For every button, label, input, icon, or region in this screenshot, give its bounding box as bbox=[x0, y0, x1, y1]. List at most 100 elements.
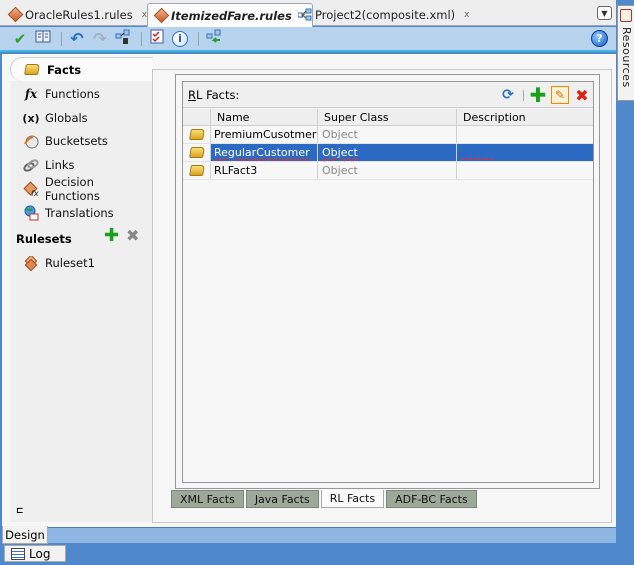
info-button[interactable]: i bbox=[170, 29, 190, 49]
nav-item-bucketsets[interactable]: Bucketsets bbox=[22, 132, 108, 150]
delete-icon: ✖ bbox=[126, 226, 140, 245]
column-header-name[interactable]: Name bbox=[211, 109, 318, 125]
fact-name[interactable]: RegularCustomer bbox=[211, 144, 318, 161]
tab-list-dropdown-button[interactable]: ▼ bbox=[597, 6, 612, 20]
link-back-icon bbox=[206, 29, 222, 49]
rulesets-header: Rulesets bbox=[16, 232, 72, 246]
tab-oraclerules1[interactable]: OracleRules1.rules x bbox=[2, 4, 153, 26]
toolbar-separator bbox=[198, 31, 199, 46]
close-icon[interactable]: x bbox=[464, 10, 469, 20]
tab-design[interactable]: Design bbox=[2, 526, 48, 544]
table-row[interactable]: PremiumCusotmer Object bbox=[183, 126, 593, 144]
rules-toolbar: ✔ ↶ ↷ i ? bbox=[0, 27, 616, 52]
nav-item-label: Facts bbox=[47, 62, 82, 77]
tab-xml-facts[interactable]: XML Facts bbox=[171, 490, 244, 508]
delete-fact-button[interactable]: ✖ bbox=[573, 85, 591, 105]
link-icon bbox=[115, 29, 131, 49]
links-icon bbox=[22, 157, 40, 173]
svg-text:fx: fx bbox=[31, 189, 39, 197]
variable-x-icon: (x) bbox=[22, 111, 40, 125]
editor-tab-bar: OracleRules1.rules x ItemizedFare.rules … bbox=[0, 0, 616, 27]
nav-item-label: Globals bbox=[45, 111, 88, 125]
resources-side-tab[interactable]: Resources bbox=[617, 5, 634, 101]
rl-facts-panel: RL Facts: ⟳ ✚ ✎ ✖ Name Super Class Descr… bbox=[182, 81, 594, 483]
toolbar-separator bbox=[141, 31, 142, 46]
fact-description[interactable] bbox=[457, 162, 593, 179]
fact-super-class[interactable]: Object bbox=[318, 126, 457, 143]
fact-name[interactable]: RLFact3 bbox=[211, 162, 318, 179]
facts-book-icon bbox=[24, 64, 40, 75]
fact-description[interactable] bbox=[457, 144, 593, 161]
tab-label: ItemizedFare.rules bbox=[171, 8, 292, 23]
ruleset-icon bbox=[22, 255, 40, 271]
chevron-down-icon: ▼ bbox=[601, 8, 608, 18]
tab-adf-bc-facts[interactable]: ADF-BC Facts bbox=[386, 490, 477, 508]
nav-item-globals[interactable]: (x) Globals bbox=[22, 109, 88, 127]
title-mnemonic: R bbox=[188, 88, 196, 102]
dictionary-button[interactable] bbox=[33, 29, 53, 49]
column-header-super-class[interactable]: Super Class bbox=[318, 109, 457, 125]
add-icon: ✚ bbox=[104, 225, 120, 246]
validate-button[interactable]: ✔ bbox=[10, 29, 30, 49]
delete-ruleset-button[interactable]: ✖ bbox=[126, 228, 139, 244]
nav-item-label: Ruleset1 bbox=[45, 256, 95, 270]
fact-name[interactable]: PremiumCusotmer bbox=[211, 126, 318, 143]
add-ruleset-button[interactable]: ✚ bbox=[104, 225, 120, 246]
collapse-navigator-button[interactable]: ⊏ bbox=[16, 506, 24, 516]
fact-icon bbox=[183, 126, 211, 143]
fact-description[interactable] bbox=[457, 126, 593, 143]
rules-navigator: fx Functions (x) Globals Bucketsets Link… bbox=[10, 57, 153, 522]
validation-error-marker bbox=[462, 156, 492, 160]
rules-diamond-icon bbox=[153, 7, 170, 23]
redo-button[interactable]: ↷ bbox=[90, 29, 110, 49]
undo-button[interactable]: ↶ bbox=[67, 29, 87, 49]
nav-item-label: Functions bbox=[45, 87, 100, 101]
log-icon bbox=[11, 547, 25, 560]
nav-item-label: Decision Functions bbox=[44, 175, 100, 203]
tab-java-facts[interactable]: Java Facts bbox=[245, 490, 319, 508]
nav-item-translations[interactable]: Translations bbox=[22, 204, 114, 222]
tab-rl-facts[interactable]: RL Facts bbox=[320, 490, 385, 508]
nav-item-facts[interactable]: Facts bbox=[10, 57, 153, 81]
editor-bottom-bar bbox=[2, 527, 616, 543]
log-label: Log bbox=[29, 546, 51, 561]
nav-item-functions[interactable]: fx Functions bbox=[22, 85, 100, 103]
help-icon: ? bbox=[596, 32, 603, 45]
log-window-tab[interactable]: Log bbox=[4, 545, 66, 562]
fact-name-text: RegularCustomer bbox=[214, 146, 310, 159]
validate-check-icon: ✔ bbox=[13, 29, 27, 48]
nav-item-label: Bucketsets bbox=[45, 134, 108, 148]
undo-icon: ↶ bbox=[70, 29, 84, 48]
checklist-button[interactable] bbox=[147, 29, 167, 49]
nav-item-links[interactable]: Links bbox=[22, 156, 75, 174]
edit-fact-button[interactable]: ✎ bbox=[551, 86, 569, 104]
fact-super-class[interactable]: Object bbox=[318, 162, 457, 179]
navigator-panel: fx Functions (x) Globals Bucketsets Link… bbox=[10, 81, 153, 522]
checklist-icon bbox=[150, 29, 164, 48]
fact-icon bbox=[183, 162, 211, 179]
tab-itemizedfare[interactable]: ItemizedFare.rules x bbox=[147, 3, 314, 27]
add-fact-button[interactable]: ✚ bbox=[529, 83, 547, 107]
column-header-icon[interactable] bbox=[183, 109, 211, 125]
link-button[interactable] bbox=[113, 29, 133, 49]
redo-icon: ↷ bbox=[93, 29, 107, 48]
facts-panel-title: RL Facts: bbox=[188, 88, 239, 102]
tab-project2-composite[interactable]: Project2(composite.xml) x bbox=[292, 4, 476, 26]
nav-item-ruleset1[interactable]: Ruleset1 bbox=[22, 254, 95, 272]
delete-icon: ✖ bbox=[575, 85, 589, 105]
help-button[interactable]: ? bbox=[591, 30, 608, 47]
column-header-description[interactable]: Description bbox=[457, 109, 593, 125]
tab-label: Project2(composite.xml) bbox=[315, 8, 456, 22]
refresh-icon: ⟳ bbox=[502, 87, 514, 103]
facts-panel-header: RL Facts: ⟳ ✚ ✎ ✖ bbox=[183, 82, 593, 108]
table-row[interactable]: RegularCustomer Object bbox=[183, 144, 593, 162]
nav-item-decision-functions[interactable]: fx Decision Functions bbox=[22, 175, 152, 203]
resources-icon bbox=[620, 9, 632, 22]
fact-super-class[interactable]: Object bbox=[318, 144, 457, 161]
table-row[interactable]: RLFact3 Object bbox=[183, 162, 593, 180]
refresh-button[interactable]: ⟳ bbox=[499, 86, 517, 104]
link-back-button[interactable] bbox=[204, 29, 224, 49]
dictionary-book-icon bbox=[35, 30, 51, 47]
add-icon: ✚ bbox=[529, 83, 547, 107]
rules-diamond-icon bbox=[7, 6, 24, 23]
